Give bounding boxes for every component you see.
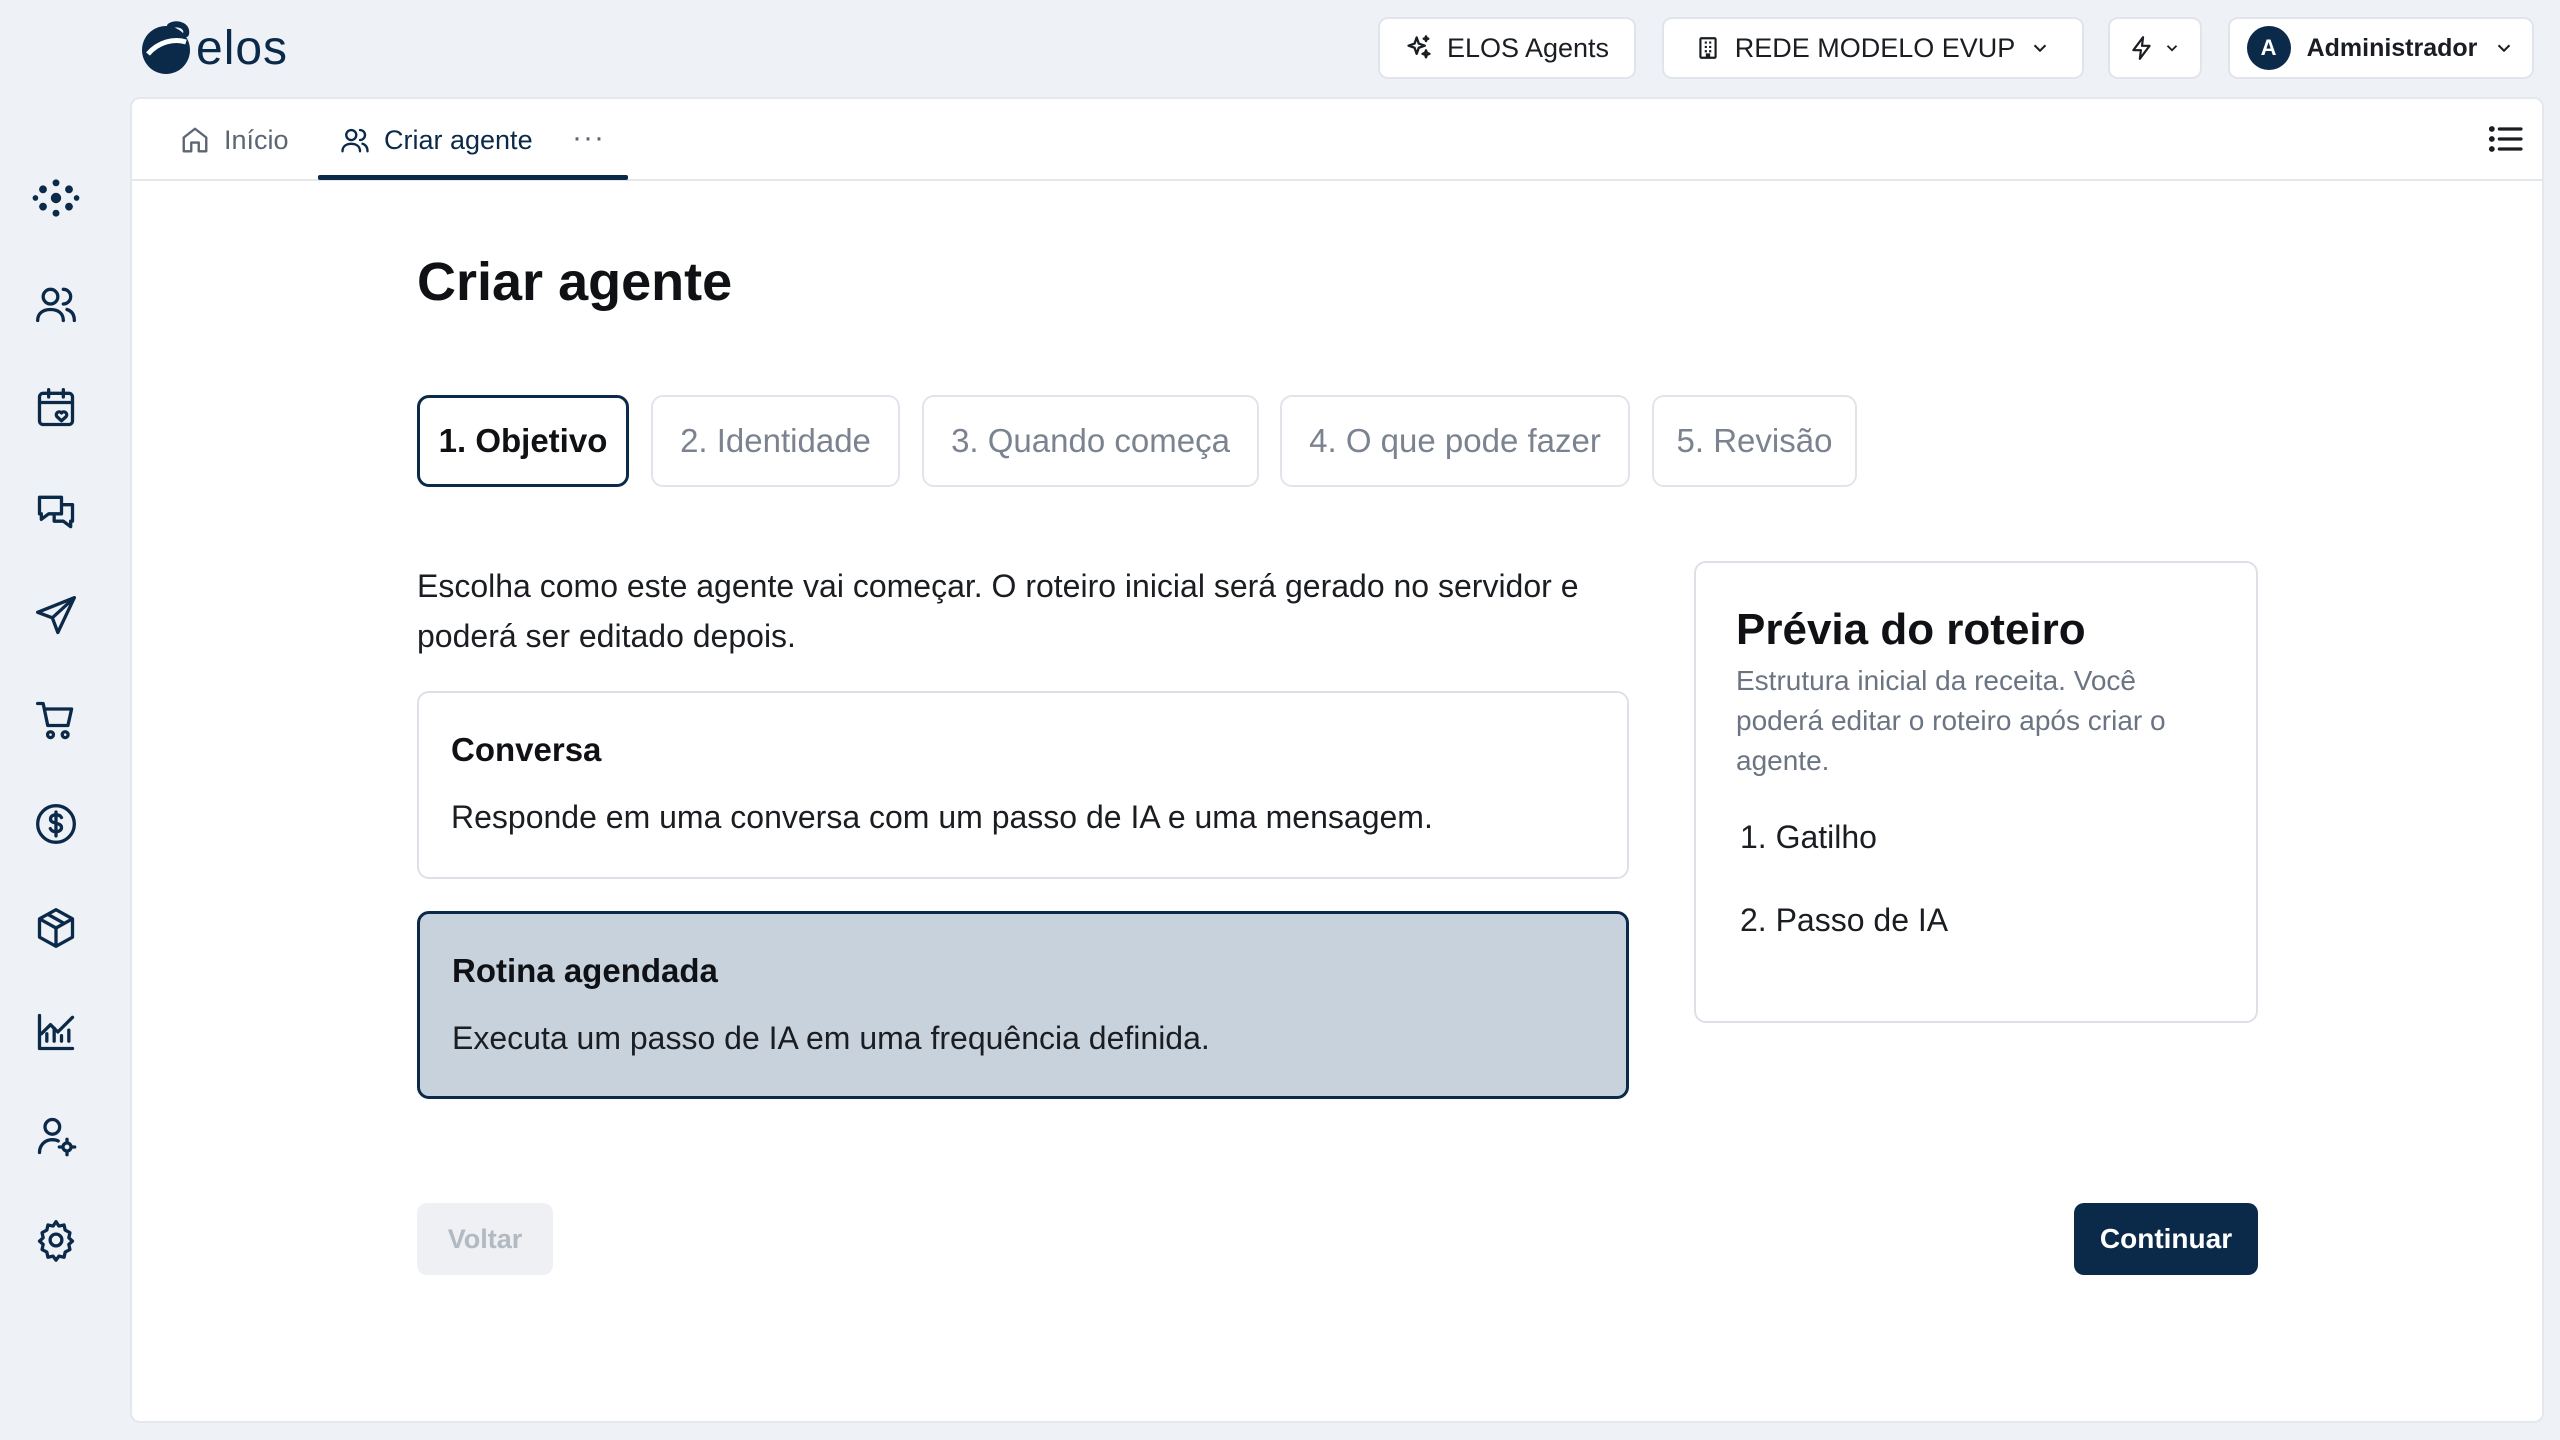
tab-active-label: Criar agente — [384, 124, 533, 155]
gear-icon[interactable] — [28, 1212, 84, 1268]
logo-text: elos — [196, 21, 289, 75]
users-icon — [341, 128, 369, 153]
page-title: Criar agente — [417, 252, 733, 312]
script-preview-card: Prévia do roteiro Estrutura inicial da r… — [1694, 561, 2258, 1023]
calendar-heart-icon[interactable] — [28, 380, 84, 436]
elos-logo-icon — [142, 21, 190, 74]
app-logo[interactable]: elos — [140, 20, 288, 76]
step-o-que-pode-fazer[interactable]: 4. O que pode fazer — [1280, 395, 1630, 487]
preview-item: 2. Passo de IA — [1740, 902, 1949, 938]
preview-title: Prévia do roteiro — [1736, 605, 2086, 654]
main-panel: Início Criar agente ··· Criar agente 1. … — [130, 97, 2544, 1423]
send-icon[interactable] — [28, 588, 84, 644]
option-description: Executa um passo de IA em uma frequência… — [452, 1020, 1210, 1056]
option-title: Conversa — [451, 731, 602, 768]
lightning-icon — [2132, 36, 2151, 60]
organization-label: REDE MODELO EVUP — [1734, 32, 2016, 63]
users-icon[interactable] — [28, 276, 84, 332]
dashboard-icon[interactable] — [28, 170, 84, 226]
tab-home[interactable]: Início — [180, 99, 289, 181]
option-conversa[interactable]: Conversa Responde em uma conversa com um… — [417, 691, 1629, 879]
chat-icon[interactable] — [28, 484, 84, 540]
box-icon[interactable] — [28, 900, 84, 956]
user-name: Administrador — [2306, 33, 2478, 62]
elos-agents-button[interactable]: ELOS Agents — [1378, 17, 1636, 79]
chart-icon[interactable] — [28, 1004, 84, 1060]
intro-text: Escolha como este agente vai começar. O … — [417, 568, 1579, 654]
user-menu[interactable]: A Administrador — [2228, 17, 2534, 79]
step-quando-comeca[interactable]: 3. Quando começa — [922, 395, 1259, 487]
app-root: elos ELOS Agents REDE MODELO EVUP A Admi… — [0, 0, 2560, 1440]
tab-more-icon[interactable]: ··· — [572, 121, 605, 155]
preview-item: 1. Gatilho — [1740, 819, 1877, 855]
chevron-down-icon — [2034, 44, 2047, 53]
back-button[interactable]: Voltar — [417, 1203, 553, 1275]
cart-icon[interactable] — [28, 692, 84, 748]
avatar: A — [2246, 26, 2291, 70]
option-title: Rotina agendada — [452, 952, 718, 989]
organization-selector[interactable]: REDE MODELO EVUP — [1662, 17, 2084, 79]
option-rotina-agendada[interactable]: Rotina agendada Executa um passo de IA e… — [417, 911, 1629, 1099]
option-description: Responde em uma conversa com um passo de… — [451, 799, 1433, 835]
dollar-icon[interactable] — [28, 796, 84, 852]
home-icon — [182, 127, 208, 153]
sparkles-icon — [1407, 35, 1431, 59]
tab-home-label: Início — [224, 124, 289, 155]
preview-subtitle: Estrutura inicial da receita. Você poder… — [1736, 665, 2166, 776]
building-icon — [1699, 37, 1717, 59]
tab-bar: Início Criar agente ··· — [132, 99, 2542, 181]
elos-agents-label: ELOS Agents — [1446, 32, 1610, 63]
step-identidade[interactable]: 2. Identidade — [651, 395, 900, 487]
quick-actions-button[interactable] — [2108, 17, 2202, 79]
continue-button[interactable]: Continuar — [2074, 1203, 2258, 1275]
tab-criar-agente[interactable]: Criar agente — [340, 99, 533, 181]
chevron-down-icon — [2498, 44, 2511, 53]
list-icon[interactable] — [2486, 119, 2526, 164]
chevron-down-icon — [2166, 45, 2178, 52]
step-objetivo[interactable]: 1. Objetivo — [417, 395, 629, 487]
step-revisao[interactable]: 5. Revisão — [1652, 395, 1857, 487]
active-tab-indicator — [318, 175, 628, 180]
user-settings-icon[interactable] — [28, 1108, 84, 1164]
